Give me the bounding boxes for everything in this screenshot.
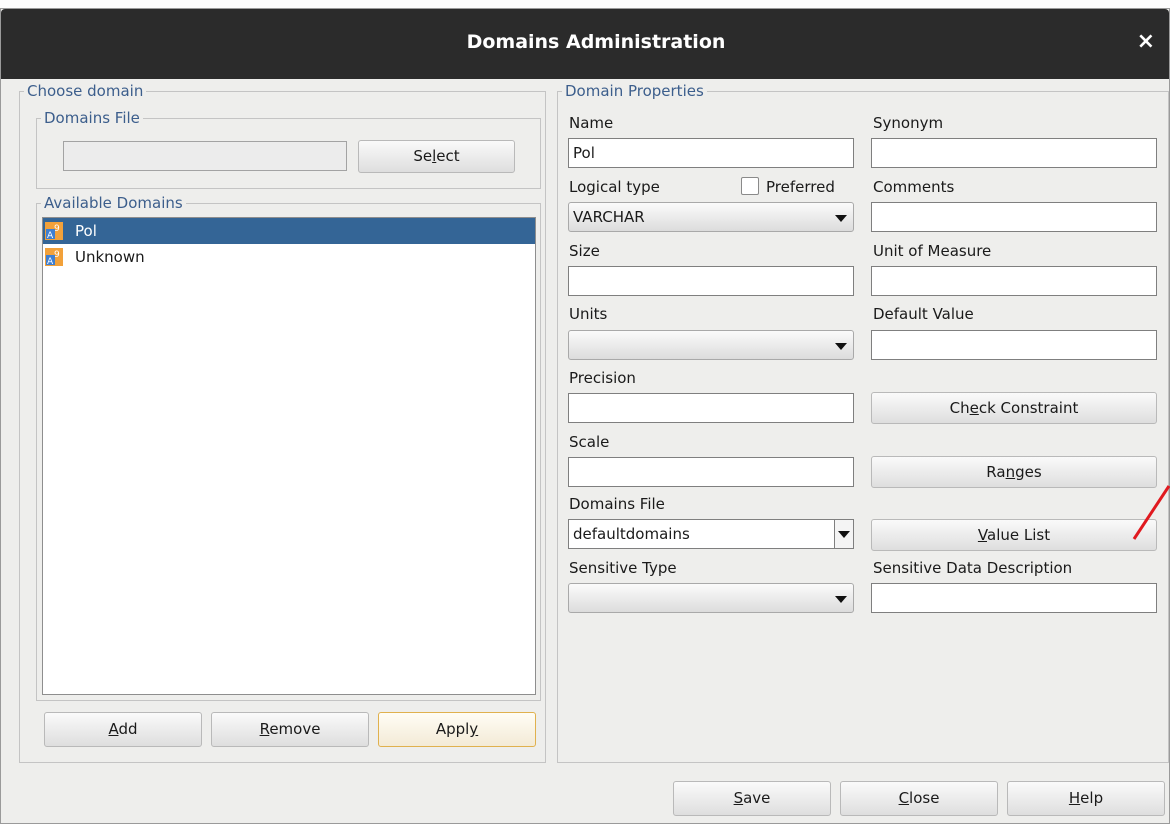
annotation-arrow (1132, 485, 1170, 540)
value-list-button[interactable]: Value List (871, 519, 1157, 551)
svg-text:9: 9 (54, 224, 60, 234)
list-item-pol[interactable]: A 9 Pol (43, 218, 535, 244)
precision-label: Precision (569, 369, 636, 387)
preferred-label: Preferred (766, 178, 835, 196)
scale-label: Scale (569, 433, 610, 451)
synonym-label: Synonym (873, 114, 944, 132)
select-button[interactable]: Select (358, 140, 515, 173)
unit-of-measure-field[interactable] (871, 266, 1157, 296)
title-bar[interactable]: Domains Administration × (1, 9, 1169, 79)
close-icon[interactable]: × (1137, 29, 1155, 54)
preferred-checkbox[interactable] (741, 177, 759, 195)
units-select[interactable] (568, 330, 854, 360)
logical-type-select[interactable]: VARCHAR (568, 202, 854, 232)
list-item-unknown[interactable]: A 9 Unknown (43, 244, 535, 270)
svg-text:A: A (47, 231, 54, 240)
name-field[interactable]: Pol (568, 138, 854, 168)
sensitive-type-label: Sensitive Type (569, 559, 677, 577)
save-button[interactable]: Save (673, 781, 831, 816)
chevron-down-icon (835, 215, 847, 222)
list-item-label: Pol (75, 222, 97, 240)
dialog-title: Domains Administration (466, 31, 726, 53)
default-value-field[interactable] (871, 330, 1157, 360)
sensitive-data-description-label: Sensitive Data Description (873, 559, 1073, 577)
domain-properties-legend: Domain Properties (562, 81, 707, 101)
comments-field[interactable] (871, 202, 1157, 232)
available-domains-legend: Available Domains (41, 193, 186, 213)
logical-type-value: VARCHAR (573, 208, 645, 226)
available-domains-list[interactable]: A 9 Pol A 9 Unknown (42, 217, 536, 695)
help-button[interactable]: Help (1007, 781, 1165, 816)
sensitive-type-select[interactable] (568, 583, 854, 613)
default-value-label: Default Value (873, 305, 974, 323)
dropdown-button[interactable] (834, 520, 853, 548)
domain-icon: A 9 (45, 222, 63, 240)
domains-administration-dialog: Domains Administration × Choose domain D… (0, 8, 1170, 824)
domains-file-label: Domains File (569, 495, 665, 513)
units-label: Units (569, 305, 608, 323)
size-field[interactable] (568, 266, 854, 296)
name-label: Name (569, 114, 614, 132)
apply-button[interactable]: Apply (378, 712, 536, 747)
sensitive-data-description-field[interactable] (871, 583, 1157, 613)
comments-label: Comments (873, 178, 955, 196)
close-button[interactable]: Close (840, 781, 998, 816)
chevron-down-icon (835, 596, 847, 603)
domain-icon: A 9 (45, 248, 63, 266)
domains-file-select[interactable]: defaultdomains (568, 519, 854, 549)
precision-field[interactable] (568, 393, 854, 423)
logical-type-label: Logical type (569, 178, 660, 196)
choose-domain-legend: Choose domain (24, 81, 147, 101)
ranges-button[interactable]: Ranges (871, 456, 1157, 488)
svg-text:A: A (47, 257, 54, 266)
domains-file-legend: Domains File (41, 108, 143, 128)
chevron-down-icon (838, 531, 850, 538)
size-label: Size (569, 242, 600, 260)
check-constraint-button[interactable]: Check Constraint (871, 392, 1157, 424)
unit-of-measure-label: Unit of Measure (873, 242, 992, 260)
chevron-down-icon (835, 343, 847, 350)
svg-text:9: 9 (54, 250, 60, 260)
remove-button[interactable]: Remove (211, 712, 369, 747)
domains-file-path-field[interactable] (63, 141, 347, 171)
scale-field[interactable] (568, 457, 854, 487)
list-item-label: Unknown (75, 248, 145, 266)
add-button[interactable]: Add (44, 712, 202, 747)
synonym-field[interactable] (871, 138, 1157, 168)
domains-file-value: defaultdomains (573, 525, 690, 543)
